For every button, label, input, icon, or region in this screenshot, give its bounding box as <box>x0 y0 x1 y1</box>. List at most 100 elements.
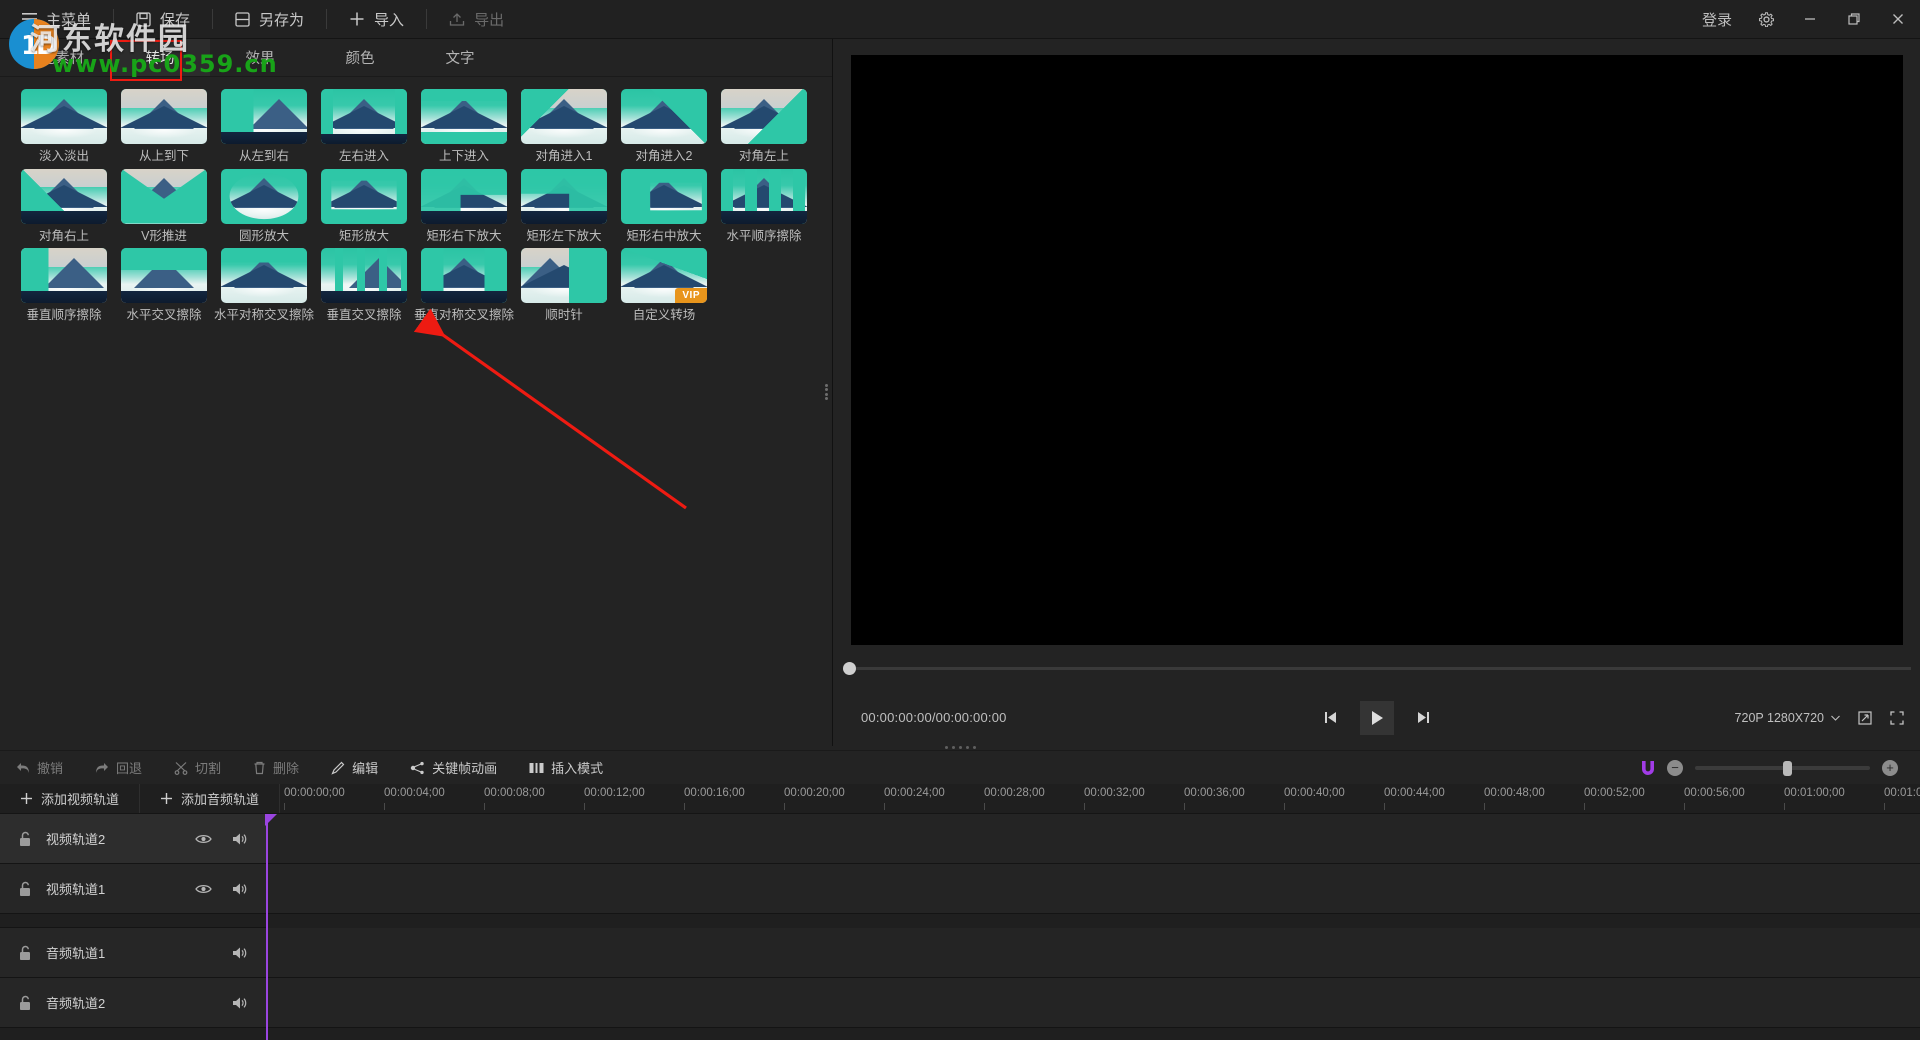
ruler-tick-mark <box>1084 803 1085 810</box>
track-header-video2[interactable]: 视频轨道2 <box>0 814 266 864</box>
insert-mode-button[interactable]: 插入模式 <box>513 751 619 785</box>
speaker-icon[interactable] <box>232 996 248 1010</box>
eye-icon[interactable] <box>195 883 212 895</box>
tab-text[interactable]: 文字 <box>410 39 510 76</box>
save-as-button[interactable]: 另存为 <box>213 0 326 39</box>
plus-icon <box>20 792 33 805</box>
transition-item[interactable]: 垂直顺序擦除 <box>14 248 114 322</box>
track-name: 视频轨道2 <box>46 829 105 848</box>
video-canvas[interactable] <box>851 55 1903 645</box>
export-button[interactable]: 导出 <box>427 0 526 39</box>
unlock-icon[interactable] <box>18 881 32 897</box>
transition-item[interactable]: 垂直对称交叉擦除 <box>414 248 514 322</box>
panel-resize-handle[interactable] <box>822 384 830 400</box>
magnet-icon[interactable] <box>1641 760 1655 775</box>
preview-scrubber[interactable] <box>843 661 1911 677</box>
tab-transitions[interactable]: 转场 <box>110 39 210 76</box>
ruler-tick-mark <box>1584 803 1585 810</box>
minimize-button[interactable] <box>1788 0 1832 39</box>
close-button[interactable] <box>1876 0 1920 39</box>
zoom-slider-handle[interactable] <box>1783 761 1792 776</box>
ruler-tick-mark <box>784 803 785 810</box>
snapshot-button[interactable] <box>1858 711 1872 725</box>
transition-item[interactable]: 矩形右下放大 <box>414 169 514 243</box>
previous-frame-button[interactable] <box>1323 710 1338 725</box>
undo-label: 撤销 <box>37 758 63 777</box>
timeline-ruler[interactable]: 00:00:00;0000:00:04;0000:00:08;0000:00:1… <box>280 784 1920 813</box>
redo-button[interactable]: 回退 <box>79 751 158 785</box>
main-menu-button[interactable]: 主菜单 <box>0 0 113 39</box>
transition-item[interactable]: 水平顺序擦除 <box>714 169 814 243</box>
zoom-slider[interactable] <box>1695 766 1870 770</box>
zoom-out-icon[interactable]: − <box>1667 760 1683 776</box>
trash-icon <box>253 761 266 775</box>
transition-item[interactable]: 对角左上 <box>714 89 814 163</box>
cut-button[interactable]: 切割 <box>158 751 237 785</box>
transition-item[interactable]: 上下进入 <box>414 89 514 163</box>
lane-audio1[interactable] <box>266 928 1920 978</box>
tab-effects[interactable]: 效果 <box>210 39 310 76</box>
skip-previous-icon <box>1323 710 1338 725</box>
transition-item[interactable]: 对角进入1 <box>514 89 614 163</box>
transition-item[interactable]: 从上到下 <box>114 89 214 163</box>
unlock-icon[interactable] <box>18 831 32 847</box>
lane-audio2[interactable] <box>266 978 1920 1028</box>
speaker-icon[interactable] <box>232 832 248 846</box>
play-button[interactable] <box>1360 701 1394 735</box>
tab-label: 转场 <box>146 47 175 68</box>
maximize-button[interactable] <box>1832 0 1876 39</box>
transition-item[interactable]: 对角进入2 <box>614 89 714 163</box>
undo-button[interactable]: 撤销 <box>0 751 79 785</box>
speaker-icon[interactable] <box>232 882 248 896</box>
transition-item[interactable]: V形推进 <box>114 169 214 243</box>
transition-item[interactable]: 对角右上 <box>14 169 114 243</box>
unlock-icon[interactable] <box>18 945 32 961</box>
next-frame-button[interactable] <box>1416 710 1431 725</box>
track-header-audio2[interactable]: 音频轨道2 <box>0 978 266 1028</box>
transition-item[interactable]: 矩形右中放大 <box>614 169 714 243</box>
fullscreen-button[interactable] <box>1890 711 1904 725</box>
transition-item[interactable]: 矩形放大 <box>314 169 414 243</box>
save-button[interactable]: 保存 <box>114 0 212 39</box>
delete-button[interactable]: 删除 <box>237 751 315 785</box>
transition-item[interactable]: 顺时针 <box>514 248 614 322</box>
add-audio-track-button[interactable]: 添加音频轨道 <box>140 784 280 813</box>
plus-icon <box>160 792 173 805</box>
speaker-icon[interactable] <box>232 946 248 960</box>
transition-item[interactable]: 淡入淡出 <box>14 89 114 163</box>
redo-label: 回退 <box>116 758 142 777</box>
transition-thumbnail <box>521 169 607 224</box>
transition-thumbnail <box>321 169 407 224</box>
tab-color[interactable]: 颜色 <box>310 39 410 76</box>
login-button[interactable]: 登录 <box>1690 9 1744 30</box>
track-header-video1[interactable]: 视频轨道1 <box>0 864 266 914</box>
transition-item[interactable]: VIP 自定义转场 <box>614 248 714 322</box>
keyframe-animation-button[interactable]: 关键帧动画 <box>394 751 513 785</box>
settings-button[interactable] <box>1744 0 1788 39</box>
eye-icon[interactable] <box>195 833 212 845</box>
transition-thumbnail <box>421 169 507 224</box>
transition-label: 矩形右下放大 <box>426 230 501 243</box>
add-video-track-button[interactable]: 添加视频轨道 <box>0 784 140 813</box>
edit-button[interactable]: 编辑 <box>315 751 394 785</box>
scrubber-handle[interactable] <box>843 662 856 675</box>
lane-video1[interactable] <box>266 864 1920 914</box>
ruler-tick-mark <box>684 803 685 810</box>
transition-item[interactable]: 从左到右 <box>214 89 314 163</box>
lane-video2[interactable] <box>266 814 1920 864</box>
minimize-icon <box>1803 12 1817 26</box>
playhead[interactable] <box>266 814 268 1040</box>
resolution-selector[interactable]: 720P 1280X720 <box>1735 711 1840 725</box>
tab-local-material[interactable]: 本地素材 <box>0 39 110 76</box>
transition-item[interactable]: 圆形放大 <box>214 169 314 243</box>
tab-label: 颜色 <box>346 47 375 68</box>
transition-item[interactable]: 左右进入 <box>314 89 414 163</box>
zoom-in-icon[interactable]: + <box>1882 760 1898 776</box>
transition-item[interactable]: 水平交叉擦除 <box>114 248 214 322</box>
transition-item[interactable]: 水平对称交叉擦除 <box>214 248 314 322</box>
unlock-icon[interactable] <box>18 995 32 1011</box>
transition-item[interactable]: 矩形左下放大 <box>514 169 614 243</box>
transition-item[interactable]: 垂直交叉擦除 <box>314 248 414 322</box>
import-button[interactable]: 导入 <box>327 0 426 39</box>
track-header-audio1[interactable]: 音频轨道1 <box>0 928 266 978</box>
